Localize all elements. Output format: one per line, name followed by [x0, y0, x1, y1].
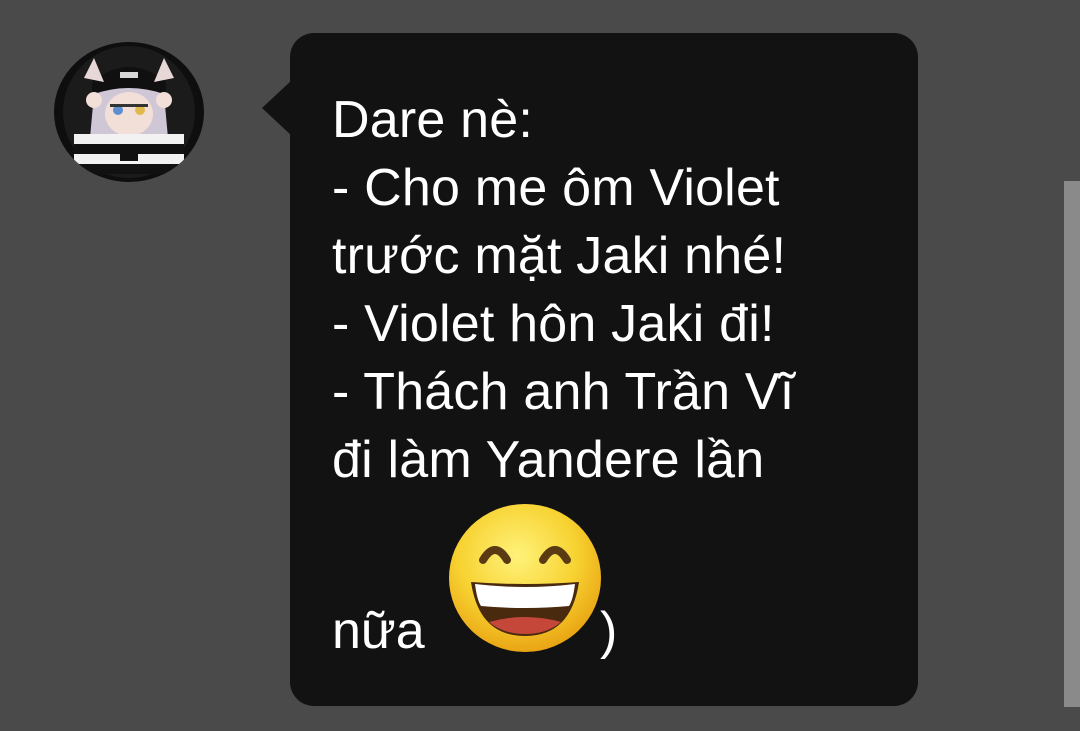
message-last-word: nữa: [332, 602, 425, 660]
avatar-image-icon: [63, 46, 195, 178]
message-line: - Cho me ôm Violet: [332, 159, 780, 217]
scrollbar[interactable]: [1064, 181, 1080, 707]
message-line: Dare nè:: [332, 91, 534, 149]
message-line: - Violet hôn Jaki đi!: [332, 295, 775, 353]
chat-screen: Dare nè: - Cho me ôm Violet trước mặt Ja…: [0, 0, 1080, 731]
message-line: trước mặt Jaki nhé!: [332, 227, 787, 285]
message-line: đi làm Yandere lần: [332, 431, 765, 489]
bubble-tail: [262, 80, 292, 136]
message-text: Dare nè: - Cho me ôm Violet trước mặt Ja…: [332, 86, 892, 494]
grinning-face-with-smiling-eyes-icon: [449, 504, 601, 652]
message-line: - Thách anh Trần Vĩ: [332, 363, 795, 421]
user-avatar[interactable]: [54, 42, 204, 182]
